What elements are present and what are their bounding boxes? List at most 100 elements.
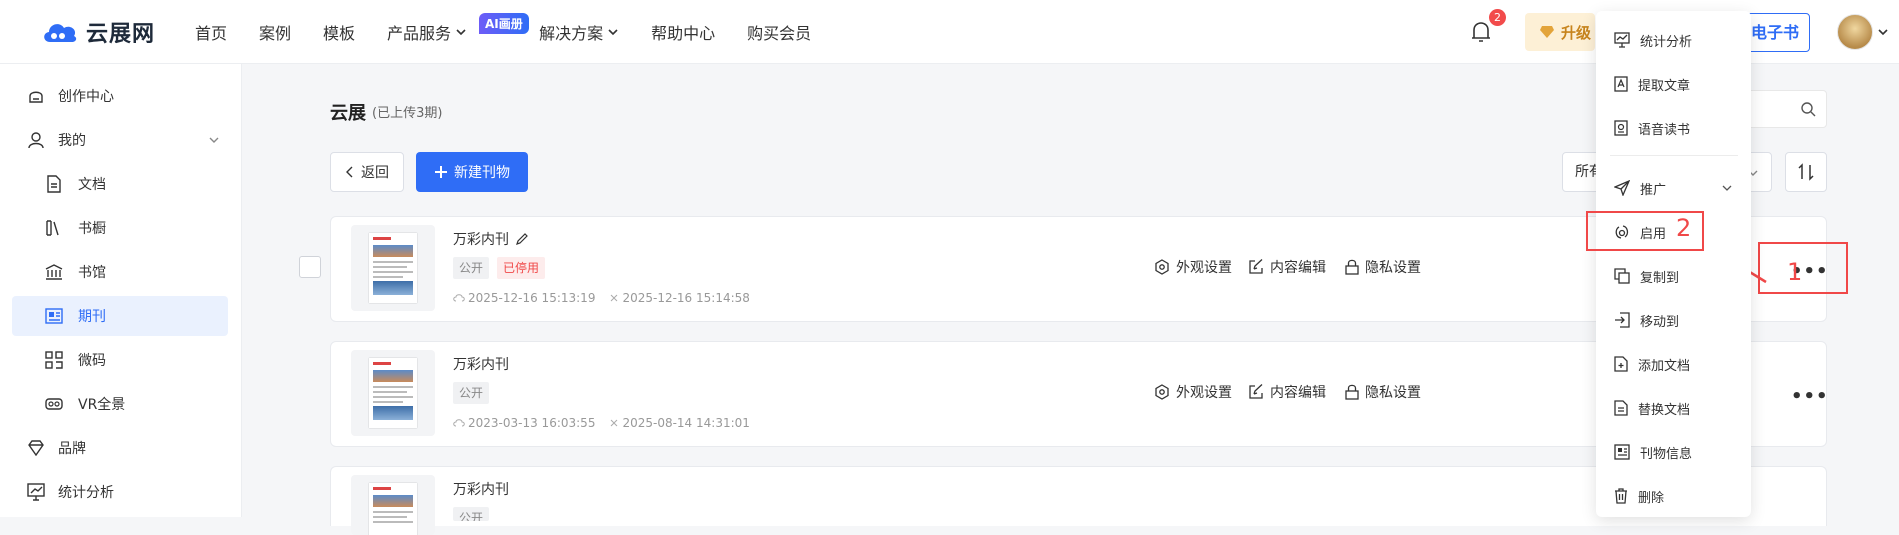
annotation-label-2: 2 (1676, 214, 1692, 242)
search-input[interactable] (1742, 90, 1827, 128)
item-name[interactable]: 万彩内刊 (453, 479, 509, 499)
hexagon-settings-icon (1155, 384, 1169, 400)
nav-solutions[interactable]: 解决方案 (539, 20, 619, 44)
avatar[interactable] (1837, 14, 1873, 50)
updated-time: 2025-12-16 15:14:58 (609, 291, 750, 305)
lock-icon (1345, 259, 1359, 275)
nav-templates[interactable]: 模板 (323, 20, 355, 44)
upload-icon (453, 294, 465, 302)
menu-item-copy-to[interactable]: 复制到 (1596, 258, 1751, 294)
menu-item-label: 移动到 (1640, 314, 1680, 330)
item-name-text: 万彩内刊 (453, 232, 509, 248)
page-subtitle: (已上传3期) (372, 106, 443, 121)
vr-icon (44, 394, 64, 414)
upgrade-button[interactable]: 升级 (1525, 13, 1595, 51)
sidebar-item-label: 书橱 (78, 221, 106, 237)
plus-icon (435, 166, 447, 178)
home-icon (26, 86, 46, 106)
ai-album-badge[interactable]: AI画册 (479, 13, 529, 34)
menu-item-publication-info[interactable]: 刊物信息 (1596, 434, 1751, 470)
sidebar-item-label: 微码 (78, 353, 106, 369)
sidebar-item-journal[interactable]: 期刊 (12, 296, 228, 336)
item-name-text: 万彩内刊 (453, 482, 509, 498)
nav-membership[interactable]: 购买会员 (747, 20, 811, 44)
sidebar-item-analytics[interactable]: 统计分析 (12, 472, 228, 512)
send-icon (1614, 180, 1630, 196)
content-edit-button[interactable]: 内容编辑 (1248, 257, 1326, 277)
sidebar-item-brand[interactable]: 品牌 (12, 428, 228, 468)
diamond-icon (1540, 26, 1554, 38)
appearance-label: 外观设置 (1176, 385, 1232, 401)
lock-icon (1345, 384, 1359, 400)
sidebar-item-bookshelf[interactable]: 书橱 (12, 208, 228, 248)
menu-item-extract-article[interactable]: 提取文章 (1596, 66, 1751, 102)
cover-thumbnail[interactable] (351, 350, 435, 436)
new-publication-button[interactable]: 新建刊物 (416, 152, 528, 192)
menu-item-label: 统计分析 (1640, 34, 1693, 50)
content-edit-label: 内容编辑 (1270, 260, 1326, 276)
bell-icon[interactable] (1470, 20, 1492, 44)
back-label: 返回 (361, 165, 389, 181)
nav-help[interactable]: 帮助中心 (651, 20, 715, 44)
more-actions-menu: 统计分析 提取文章 语音读书 推广 启用 复制到 移动到 添加文档 替换文档 刊… (1596, 11, 1751, 517)
hexagon-settings-icon (1155, 259, 1169, 275)
menu-item-move-to[interactable]: 移动到 (1596, 302, 1751, 338)
menu-item-replace-document[interactable]: 替换文档 (1596, 390, 1751, 426)
sidebar-item-mine[interactable]: 我的 (12, 120, 228, 160)
upgrade-label: 升级 (1561, 23, 1592, 42)
logo[interactable]: 云展网 (40, 16, 155, 48)
ebook-button[interactable]: 电子书 (1745, 13, 1810, 52)
menu-item-label: 刊物信息 (1640, 446, 1693, 462)
sidebar-item-library[interactable]: 书馆 (12, 252, 228, 292)
sidebar-item-documents[interactable]: 文档 (12, 164, 228, 204)
nav-cases[interactable]: 案例 (259, 20, 291, 44)
item-name-text: 万彩内刊 (453, 357, 509, 373)
sidebar-item-label: 品牌 (58, 441, 86, 457)
menu-item-analytics[interactable]: 统计分析 (1596, 22, 1751, 58)
annotation-label-1: 1 (1787, 258, 1803, 286)
privacy-settings-button[interactable]: 隐私设置 (1345, 382, 1421, 402)
sidebar-item-qrcode[interactable]: 微码 (12, 340, 228, 380)
sidebar-item-vr[interactable]: VR全景 (12, 384, 228, 424)
menu-item-voice-reading[interactable]: 语音读书 (1596, 110, 1751, 146)
menu-item-delete[interactable]: 删除 (1596, 478, 1751, 514)
qrcode-icon (44, 350, 64, 370)
back-button[interactable]: 返回 (330, 152, 404, 192)
item-name[interactable]: 万彩内刊 (453, 229, 529, 249)
created-time: 2025-12-16 15:13:19 (453, 291, 595, 305)
nav-home[interactable]: 首页 (195, 20, 227, 44)
menu-item-label: 替换文档 (1638, 402, 1691, 418)
content-edit-button[interactable]: 内容编辑 (1248, 382, 1326, 402)
item-meta: 2025-12-16 15:13:19 2025-12-16 15:14:58 (453, 291, 750, 305)
pencil-icon[interactable] (515, 232, 529, 246)
new-publication-label: 新建刊物 (454, 165, 510, 181)
sort-button[interactable] (1785, 152, 1827, 192)
privacy-settings-button[interactable]: 隐私设置 (1345, 257, 1421, 277)
cover-thumbnail[interactable] (351, 475, 435, 535)
trash-icon (1615, 488, 1627, 504)
select-checkbox[interactable] (299, 256, 321, 278)
user-icon (26, 130, 46, 150)
more-button[interactable]: ••• (1791, 386, 1829, 407)
chevron-down-icon (209, 137, 219, 143)
nav-products-label: 产品服务 (387, 24, 452, 43)
edit-icon (1249, 259, 1263, 274)
cover-thumbnail[interactable] (351, 225, 435, 311)
upload-icon (453, 419, 465, 427)
sidebar-item-creation[interactable]: 创作中心 (12, 76, 228, 116)
brand-name: 云展网 (86, 22, 156, 47)
menu-item-add-document[interactable]: 添加文档 (1596, 346, 1751, 382)
chevron-down-icon[interactable] (1877, 26, 1889, 38)
copy-icon (1614, 268, 1630, 284)
appearance-label: 外观设置 (1176, 260, 1232, 276)
created-time: 2023-03-13 16:03:55 (453, 416, 595, 430)
sidebar: 创作中心 我的 文档 书橱 书馆 期刊 微码 VR全景 品牌 统计分析 (0, 64, 242, 517)
menu-item-promote[interactable]: 推广 (1596, 170, 1751, 206)
library-icon (44, 262, 64, 282)
appearance-settings-button[interactable]: 外观设置 (1154, 257, 1232, 277)
appearance-settings-button[interactable]: 外观设置 (1154, 382, 1232, 402)
item-name[interactable]: 万彩内刊 (453, 354, 509, 374)
replace-document-icon (1614, 400, 1628, 416)
content-edit-label: 内容编辑 (1270, 385, 1326, 401)
nav-products[interactable]: 产品服务 (387, 20, 467, 44)
